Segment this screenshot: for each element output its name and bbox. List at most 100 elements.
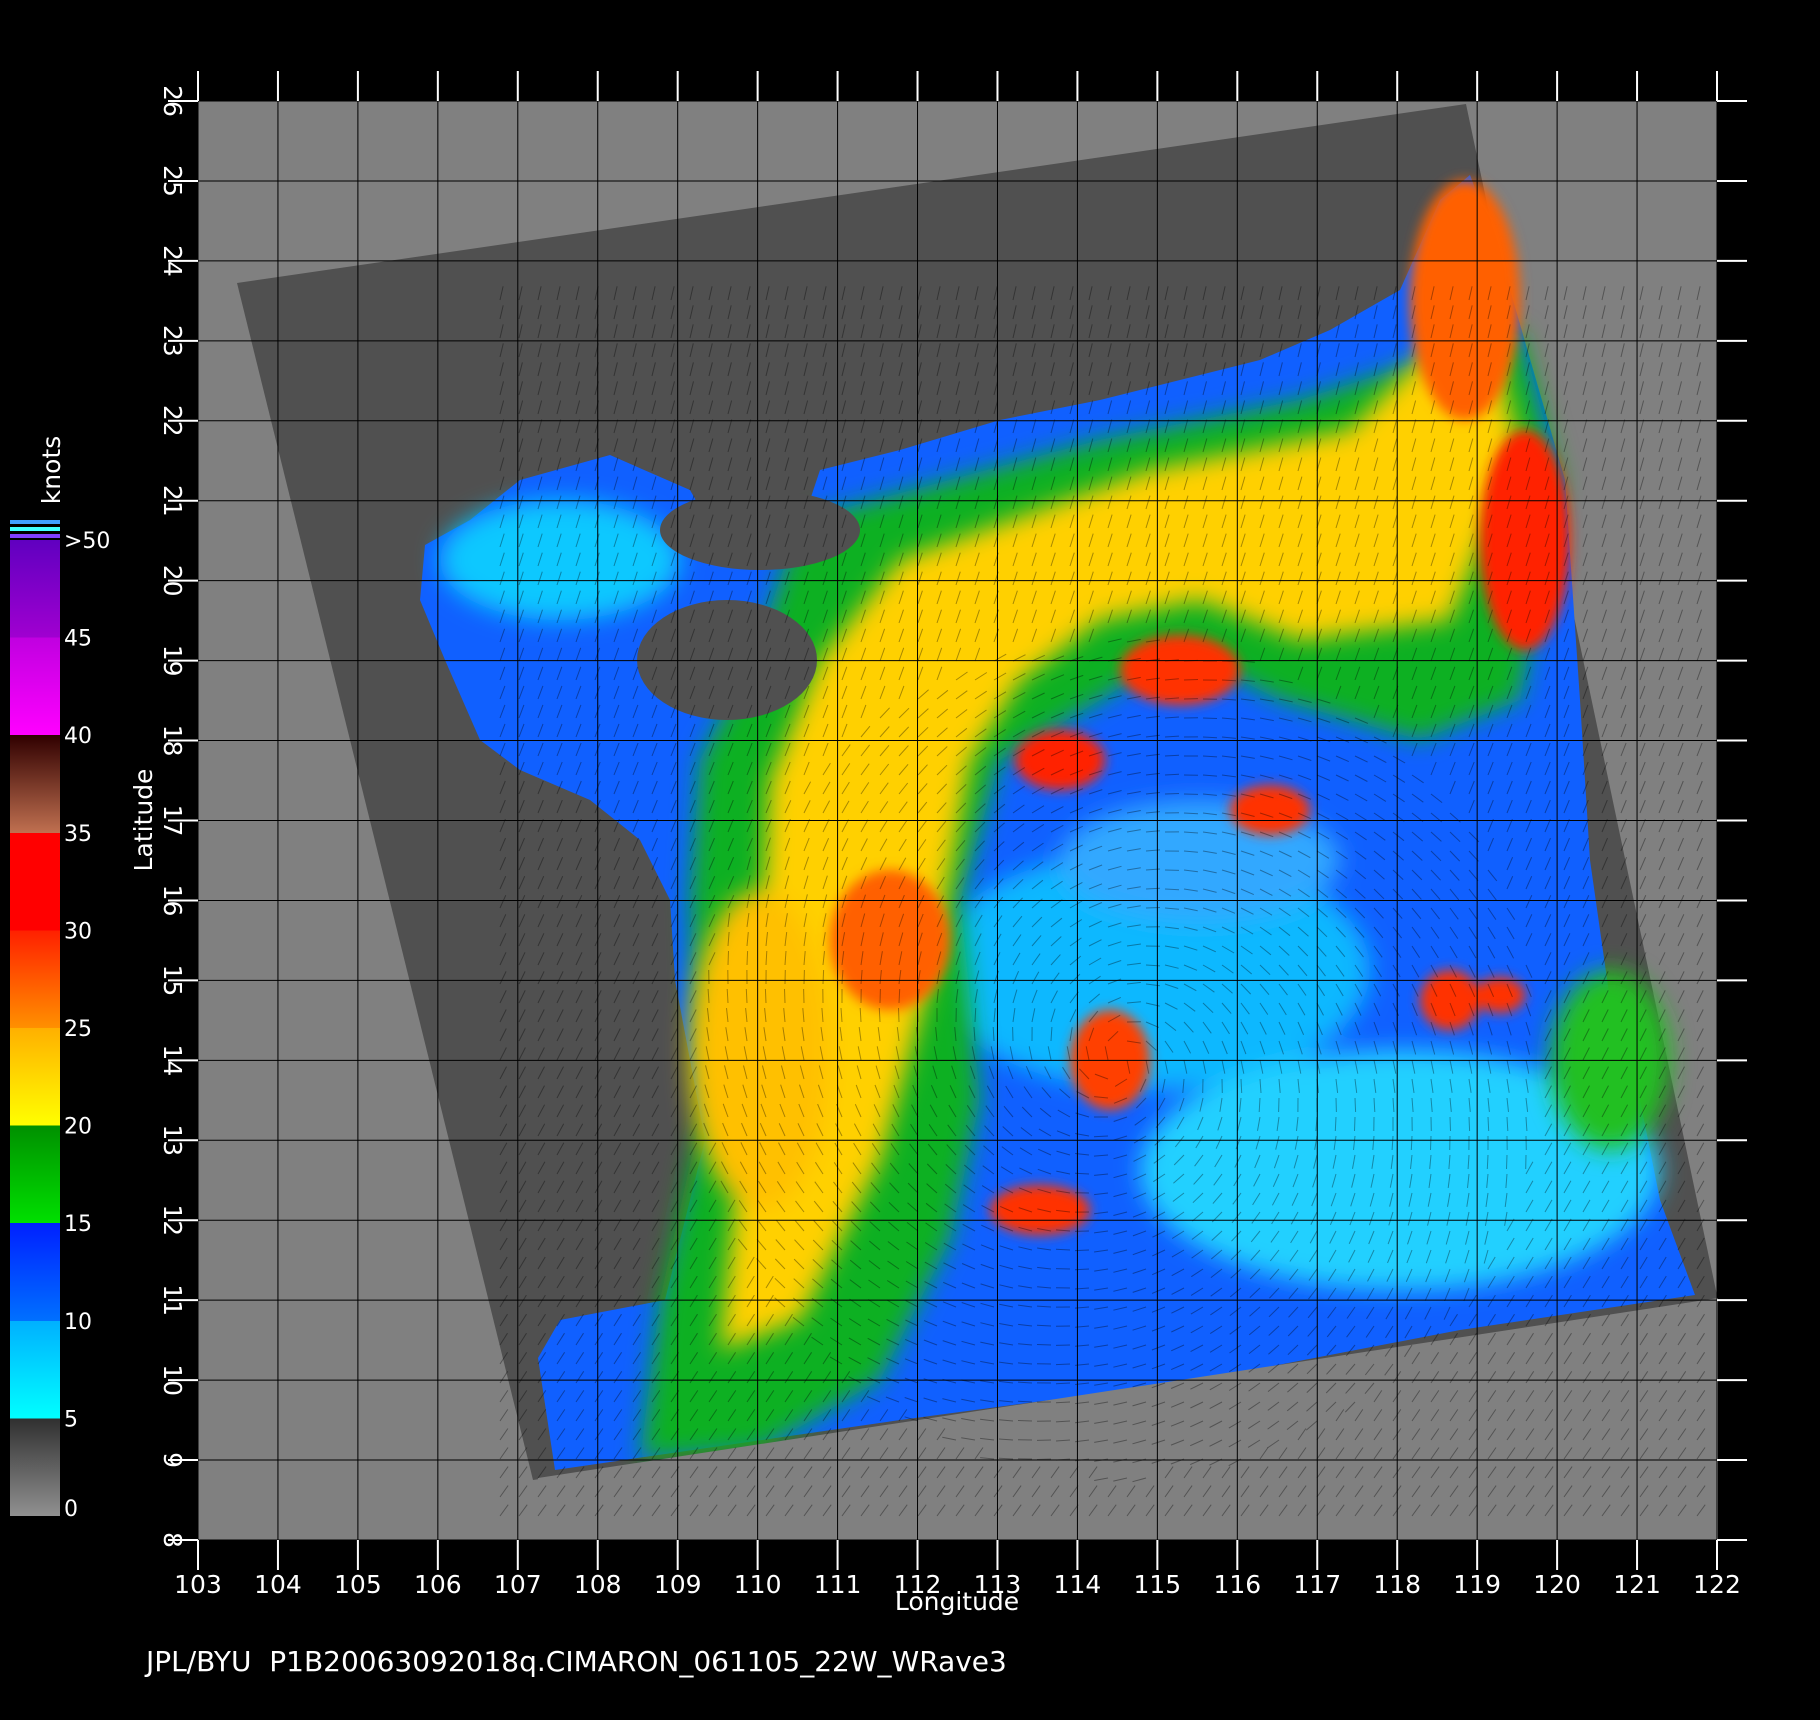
colorbar-tick-label: 0	[64, 1497, 78, 1522]
wind-vector	[1334, 1116, 1337, 1132]
wind-vector	[1354, 1116, 1356, 1132]
y-tick-label: 8	[158, 1532, 187, 1548]
wind-vector	[1164, 773, 1180, 776]
red-zone	[1120, 635, 1240, 705]
colorbar-cap	[10, 534, 60, 538]
colorbar: knots 0 5 10 15 20 25 30 35 40 45 >50	[10, 436, 110, 1522]
wind-vector	[1410, 1135, 1413, 1151]
wind-vector	[1183, 679, 1199, 681]
wind-map: 103 104 105 106 107 108 109 110 111 112 113 114 115 1…	[10, 71, 1747, 1616]
x-tick-label: 109	[654, 1570, 702, 1599]
y-axis-title: Latitude	[129, 769, 158, 872]
colorbar-labels: 0 5 10 15 20 25 30 35 40 45 >50	[64, 529, 110, 1522]
y-tick-label: 10	[158, 1364, 187, 1396]
wind-vector	[1145, 907, 1161, 909]
x-tick-label: 103	[174, 1570, 222, 1599]
hainan-island	[637, 600, 817, 720]
wind-vector	[784, 988, 786, 1004]
x-tick-label: 107	[494, 1570, 542, 1599]
y-tick-label: 14	[158, 1044, 187, 1076]
colorbar-tick-label: 10	[64, 1310, 92, 1335]
y-tick-label: 19	[158, 645, 187, 677]
wind-vector	[1202, 736, 1218, 739]
y-tick-label: 11	[158, 1284, 187, 1316]
y-tick-label: 22	[158, 405, 187, 437]
wind-vector	[1093, 1135, 1109, 1138]
red-zone	[1420, 970, 1480, 1030]
y-tick-label: 9	[158, 1452, 187, 1468]
x-tick-label: 114	[1054, 1570, 1102, 1599]
colorbar-title: knots	[37, 436, 66, 504]
colorbar-tick-label: 35	[64, 822, 92, 847]
y-tick-label: 17	[158, 805, 187, 837]
y-tick-label: 25	[158, 165, 187, 197]
x-tick-label: 111	[814, 1570, 862, 1599]
y-tick-label: 20	[158, 565, 187, 597]
colorbar-tick-label: 15	[64, 1212, 92, 1237]
wind-vector	[1487, 1116, 1490, 1132]
red-zone	[1410, 180, 1520, 420]
x-tick-label: 121	[1613, 1570, 1661, 1599]
x-tick-label: 110	[734, 1570, 782, 1599]
x-tick-label: 108	[574, 1570, 622, 1599]
colorbar-tick-label: 45	[64, 627, 92, 652]
colorbar-cap	[10, 527, 60, 531]
wind-vector	[898, 1007, 900, 1023]
x-tick-label: 118	[1373, 1570, 1421, 1599]
y-tick-label: 18	[158, 725, 187, 757]
x-tick-label: 115	[1134, 1570, 1182, 1599]
wind-vector	[1055, 1382, 1071, 1385]
colorbar-tick-label: >50	[64, 529, 110, 554]
y-tick-label: 15	[158, 964, 187, 996]
wind-vector	[1036, 1458, 1052, 1460]
wind-vector	[1468, 1116, 1471, 1132]
wind-vector	[1036, 1324, 1052, 1327]
product-caption: JPL/BYU P1B20063092018q.CIMARON_061105_2…	[146, 1645, 1007, 1678]
wind-vector	[1506, 1154, 1508, 1170]
wind-vector	[1055, 1363, 1071, 1366]
x-tick-label: 122	[1693, 1570, 1741, 1599]
y-tick-label: 12	[158, 1204, 187, 1236]
wind-vector	[822, 969, 825, 985]
y-tick-label: 24	[158, 245, 187, 277]
colorbar-tick-label: 25	[64, 1017, 92, 1042]
wind-vector	[1164, 888, 1180, 891]
y-tick-label: 26	[158, 85, 187, 117]
wind-vector	[1055, 1248, 1071, 1251]
red-zone	[1480, 430, 1570, 650]
x-tick-label: 119	[1453, 1570, 1501, 1599]
wind-vector	[1017, 1420, 1033, 1422]
wind-vector	[1164, 793, 1180, 795]
x-tick-label: 106	[414, 1570, 462, 1599]
y-tick-label: 16	[158, 885, 187, 917]
x-tick-label: 104	[254, 1570, 302, 1599]
x-tick-label: 117	[1293, 1570, 1341, 1599]
wind-vector	[745, 988, 748, 1004]
x-tick-label: 116	[1213, 1570, 1261, 1599]
x-axis-title: Longitude	[895, 1587, 1019, 1616]
wind-vector	[1240, 1078, 1243, 1094]
x-tick-label: 105	[334, 1570, 382, 1599]
wind-vector	[727, 950, 729, 966]
red-zone	[1230, 785, 1310, 835]
x-tick-label: 120	[1533, 1570, 1581, 1599]
wind-vector	[1036, 1344, 1052, 1346]
wind-vector	[1017, 1400, 1033, 1403]
red-zone	[1475, 977, 1525, 1013]
y-tick-label: 13	[158, 1124, 187, 1156]
wind-vector	[746, 950, 749, 966]
colorbar-tick-label: 20	[64, 1115, 92, 1140]
colorbar-scale	[10, 540, 60, 1516]
wind-vector	[764, 988, 767, 1004]
colorbar-cap	[10, 520, 60, 524]
red-zone	[830, 870, 950, 1010]
wind-vector	[1183, 812, 1199, 815]
yellow-zone	[690, 890, 830, 1210]
wind-vector	[974, 1007, 977, 1023]
y-tick-label: 23	[158, 325, 187, 357]
colorbar-tick-label: 40	[64, 724, 92, 749]
wind-vector	[1430, 1135, 1432, 1151]
wind-vector	[1354, 1097, 1357, 1113]
colorbar-tick-label: 5	[64, 1407, 78, 1432]
wind-vector	[1202, 717, 1218, 719]
